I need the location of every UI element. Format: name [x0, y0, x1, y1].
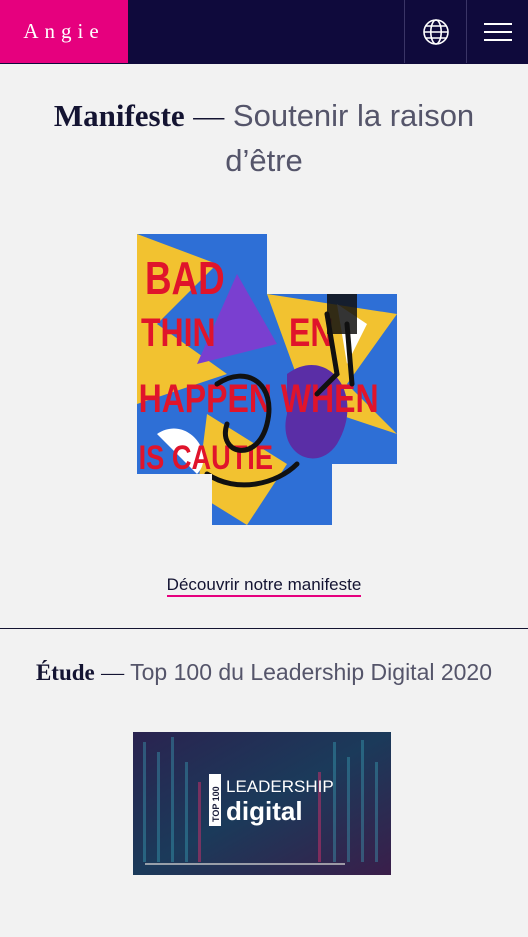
manifesto-title-strong: Manifeste — [53, 98, 185, 133]
thumb-word-digital: digital — [226, 796, 303, 826]
study-title-rest: Top 100 du Leadership Digital 2020 — [130, 659, 493, 685]
study-title-dash: — — [101, 660, 125, 685]
logo[interactable]: Angie — [0, 0, 128, 63]
study-title-strong: Étude — [35, 660, 95, 685]
study-thumbnail-graphic: TOP 100 LEADERSHIP digital — [133, 732, 391, 875]
study-section: Étude — Top 100 du Leadership Digital 20… — [0, 629, 528, 937]
discover-manifesto-link[interactable]: Découvrir notre manifeste — [166, 575, 362, 597]
globe-icon — [423, 18, 449, 45]
menu-button[interactable] — [466, 0, 528, 63]
thumb-badge: TOP 100 — [211, 786, 221, 822]
study-title: Étude — Top 100 du Leadership Digital 20… — [10, 655, 518, 690]
manifesto-title-dash: — — [193, 98, 225, 133]
manifesto-title: Manifeste — Soutenir la raison d’être — [20, 93, 508, 183]
svg-text:BAD: BAD — [145, 252, 225, 304]
study-thumbnail[interactable]: TOP 100 LEADERSHIP digital — [133, 732, 391, 875]
hamburger-icon — [484, 22, 512, 41]
manifesto-artwork: BAD THIN EN HAPPEN WHEN IS CAUTIE — [137, 234, 397, 525]
language-button[interactable] — [404, 0, 467, 63]
thumb-word-leadership: LEADERSHIP — [226, 777, 334, 796]
manifesto-link-wrap: Découvrir notre manifeste — [0, 575, 528, 597]
manifesto-section: Manifeste — Soutenir la raison d’être BA… — [0, 63, 528, 629]
manifesto-title-rest: Soutenir la raison d’être — [225, 98, 475, 178]
svg-text:THIN: THIN — [141, 310, 216, 355]
top-navigation-bar: Angie — [0, 0, 528, 64]
